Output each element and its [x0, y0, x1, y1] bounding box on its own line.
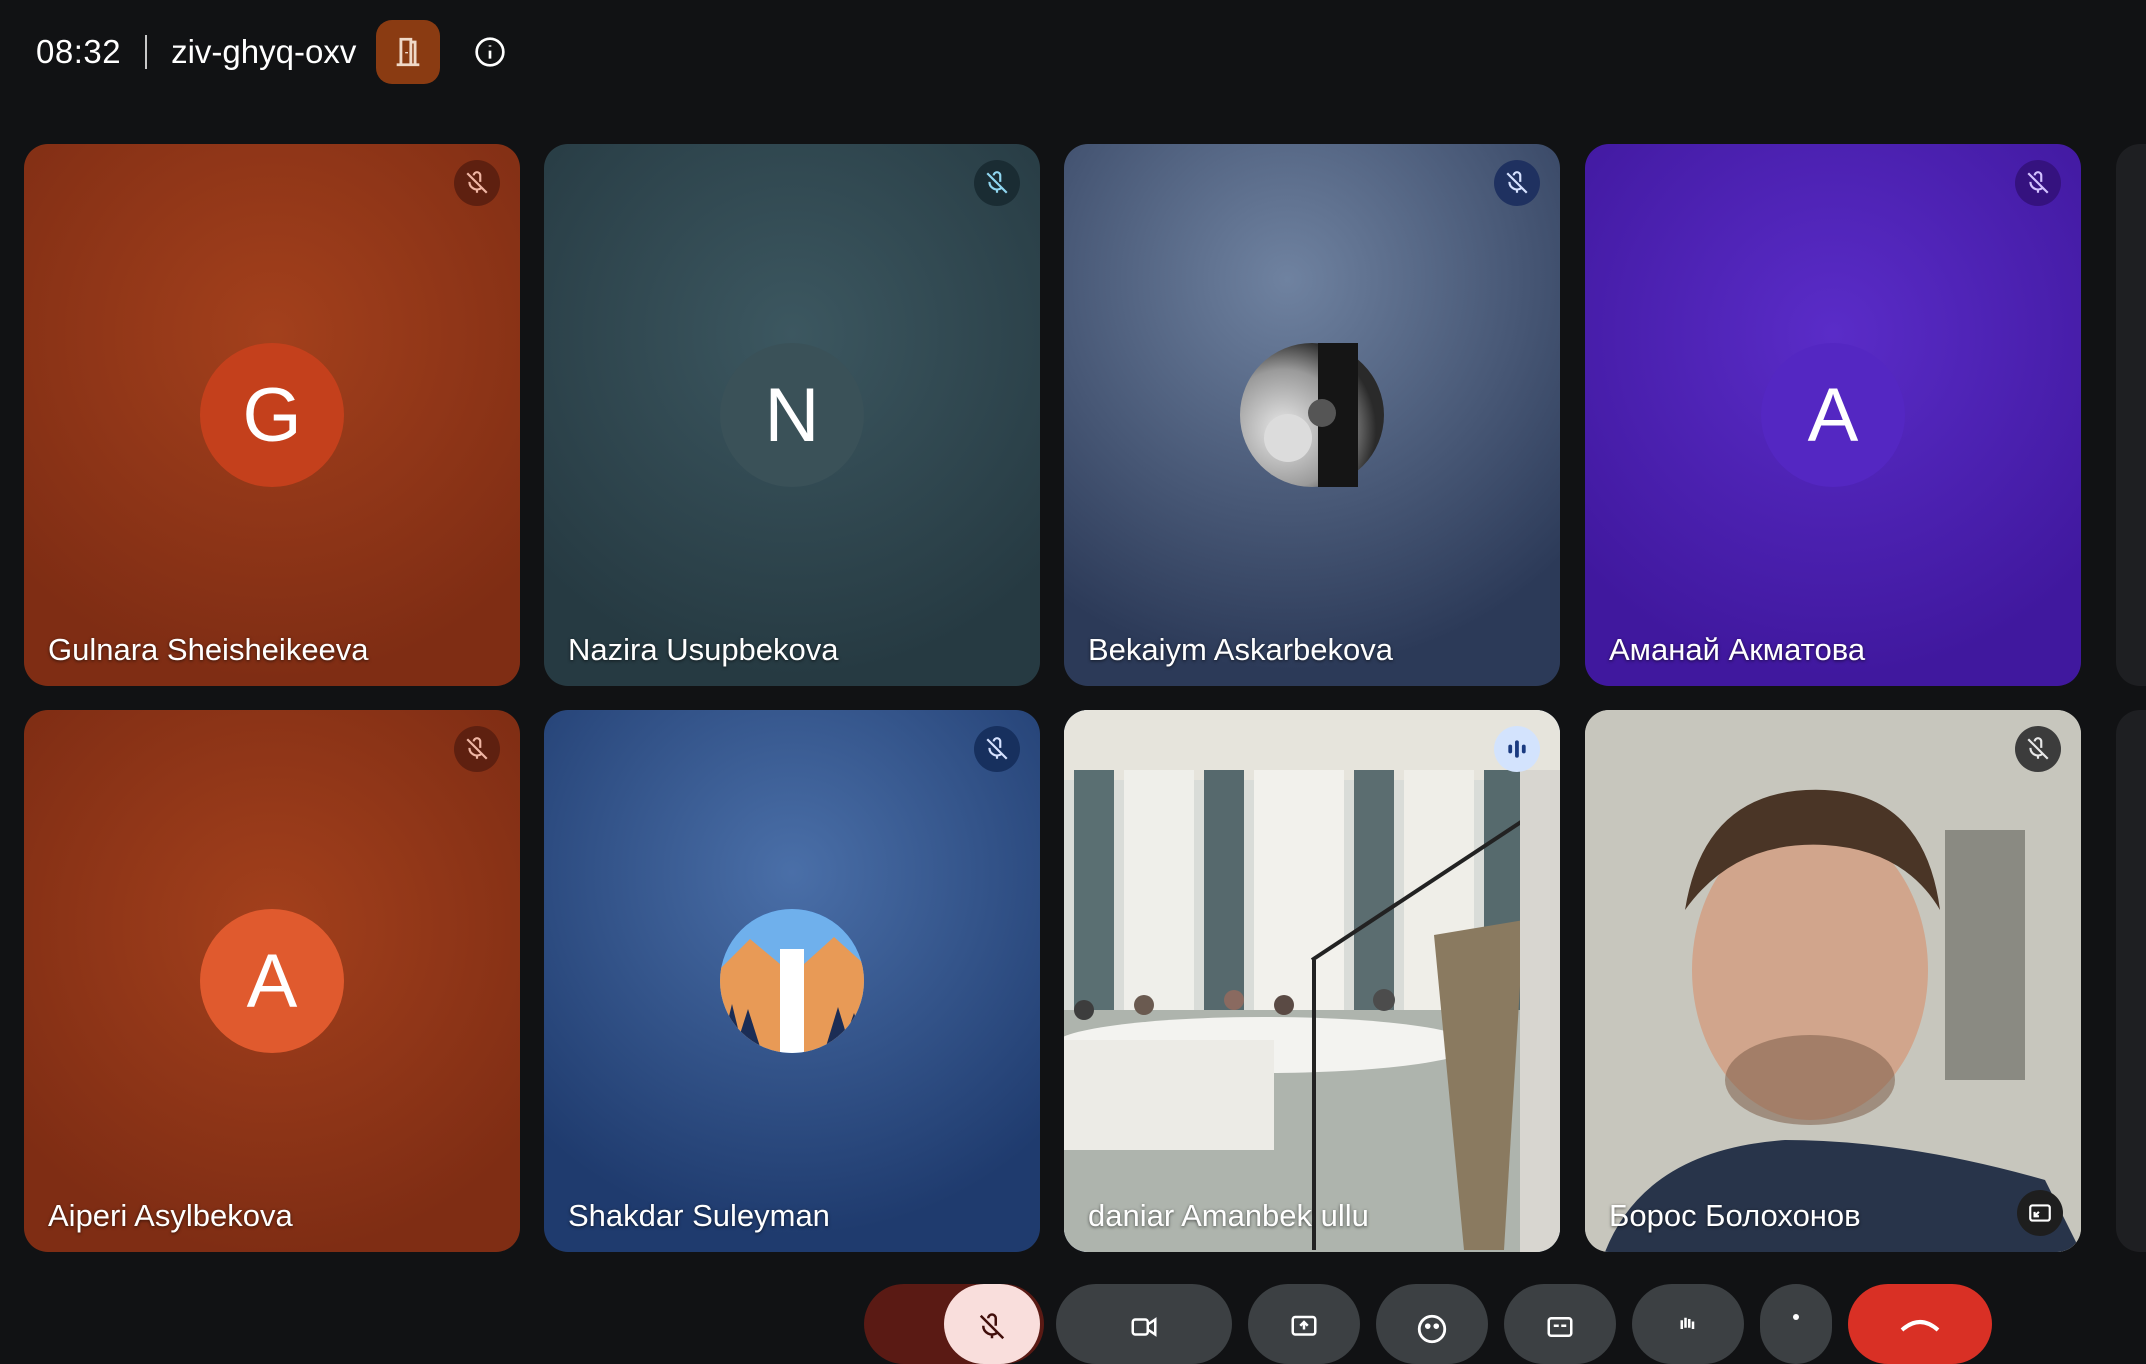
breakout-room-button[interactable] — [376, 20, 441, 84]
mic-off-icon — [979, 1313, 1005, 1340]
mic-off-icon — [986, 737, 1008, 760]
meeting-info-button[interactable] — [468, 30, 512, 74]
profile-photo — [720, 909, 864, 1053]
participant-tile[interactable]: N Nazira Usupbekova — [544, 144, 1040, 686]
fullscreen-icon — [2029, 1204, 2051, 1222]
mic-off-icon — [466, 171, 488, 194]
captions-icon — [1547, 1317, 1573, 1337]
hand-icon — [1680, 1317, 1695, 1329]
speaking-indicator — [1494, 726, 1540, 772]
muted-indicator — [1494, 160, 1540, 206]
participant-tile-video[interactable]: Борос Болохонов — [1585, 710, 2081, 1252]
participant-tile[interactable]: G Gulnara Sheisheikeeva — [24, 144, 520, 686]
participant-name: Aiperi Asylbekova — [48, 1198, 293, 1233]
avatar: G — [200, 343, 344, 487]
participant-tile[interactable]: A Aiperi Asylbekova — [24, 710, 520, 1252]
participant-name: Gulnara Sheisheikeeva — [48, 632, 369, 667]
more-options-button[interactable] — [1760, 1284, 1832, 1364]
overflow-tile — [2116, 710, 2146, 1252]
mic-off-icon — [2027, 737, 2049, 760]
muted-indicator — [2015, 160, 2061, 206]
camera-button[interactable] — [1056, 1284, 1232, 1364]
present-screen-icon — [1291, 1315, 1317, 1336]
participant-name: Борос Болохонов — [1609, 1198, 1861, 1233]
mic-button[interactable] — [944, 1284, 1040, 1364]
meeting-code[interactable]: ziv-ghyq-oxv — [171, 33, 356, 71]
conference-hall-video — [1064, 710, 1560, 1252]
muted-indicator — [2015, 726, 2061, 772]
emoji-icon — [1417, 1314, 1447, 1344]
mic-off-icon — [986, 171, 1008, 194]
participant-tile[interactable]: Shakdar Suleyman — [544, 710, 1040, 1252]
emoji-button[interactable] — [1376, 1284, 1488, 1364]
muted-indicator — [974, 726, 1020, 772]
divider — [145, 35, 148, 69]
mic-off-icon — [1506, 171, 1528, 194]
avatar: A — [200, 909, 344, 1053]
audio-level-icon — [1508, 740, 1526, 758]
door-icon — [396, 37, 420, 67]
participant-name: daniar Amanbek ullu — [1088, 1198, 1369, 1233]
webcam-video — [1585, 710, 2081, 1252]
hand-button[interactable] — [1632, 1284, 1744, 1364]
muted-indicator — [454, 726, 500, 772]
muted-indicator — [974, 160, 1020, 206]
participant-name: Bekaiym Askarbekova — [1088, 632, 1393, 667]
participant-tile[interactable]: Bekaiym Askarbekova — [1064, 144, 1560, 686]
participant-name: Shakdar Suleyman — [568, 1198, 830, 1233]
present-button[interactable] — [1248, 1284, 1360, 1364]
participant-name: Аманай Акматова — [1609, 632, 1866, 667]
mic-off-icon — [2027, 171, 2049, 194]
avatar: A — [1761, 343, 1905, 487]
profile-photo — [1240, 343, 1384, 487]
photo-avatar-icon — [1264, 343, 1358, 487]
participant-tile-video[interactable]: daniar Amanbek ullu — [1064, 710, 1560, 1252]
overflow-tile — [2116, 144, 2146, 686]
end-call-button[interactable] — [1848, 1284, 1992, 1364]
expand-tile-button[interactable] — [2017, 1190, 2063, 1236]
video-icon — [1131, 1317, 1157, 1337]
call-end-icon — [1900, 1320, 1940, 1332]
participant-name: Nazira Usupbekova — [568, 632, 839, 667]
muted-indicator — [454, 160, 500, 206]
participant-tile[interactable]: A Аманай Акматова — [1585, 144, 2081, 686]
meeting-header: 08:32 ziv-ghyq-oxv — [36, 20, 512, 84]
landscape-avatar-icon — [720, 909, 864, 1053]
clock: 08:32 — [36, 33, 122, 70]
avatar: N — [720, 343, 864, 487]
info-icon — [475, 37, 505, 67]
mic-off-icon — [466, 737, 488, 760]
more-vertical-icon — [1793, 1314, 1799, 1320]
captions-button[interactable] — [1504, 1284, 1616, 1364]
